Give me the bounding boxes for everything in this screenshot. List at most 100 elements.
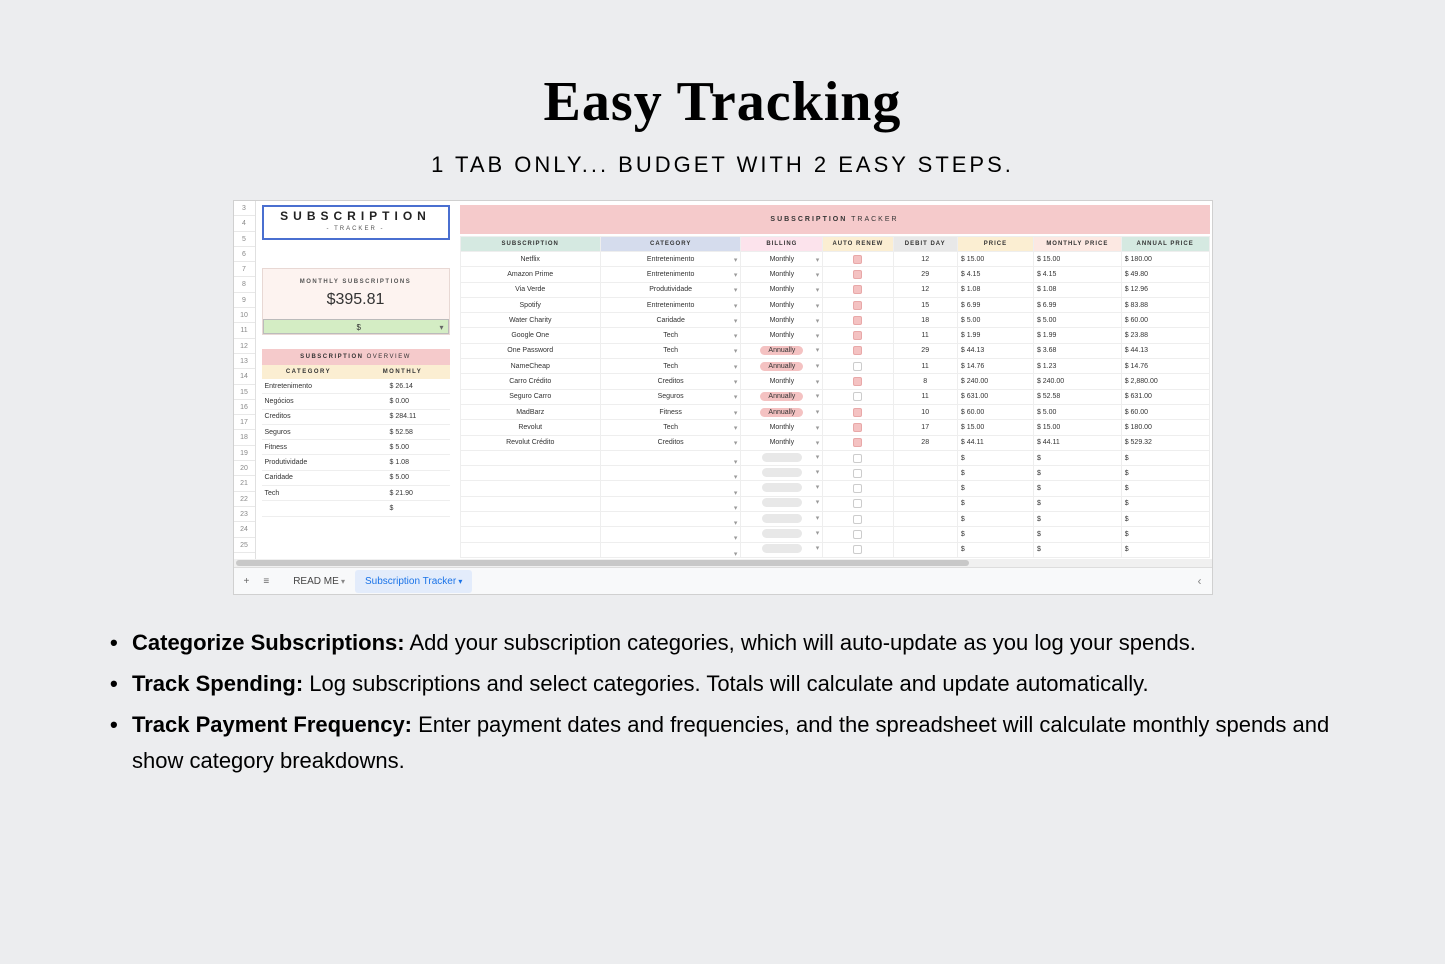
cell-monthly[interactable]: $ 1.23 bbox=[1033, 359, 1121, 374]
cell-billing[interactable]: Monthly bbox=[741, 252, 823, 267]
cell-category[interactable]: Produtividade bbox=[600, 282, 740, 297]
cell-autorenew[interactable] bbox=[823, 420, 893, 435]
cell-subscription[interactable]: Google One bbox=[460, 328, 600, 343]
cell-monthly[interactable]: $ 5.00 bbox=[1033, 313, 1121, 328]
cell-annual[interactable]: $ 180.00 bbox=[1121, 252, 1209, 267]
cell-monthly[interactable]: $ bbox=[1033, 450, 1121, 465]
cell-debitday[interactable]: 17 bbox=[893, 420, 957, 435]
column-header[interactable]: PRICE bbox=[957, 237, 1033, 252]
checkbox-icon[interactable] bbox=[853, 408, 862, 417]
cell-debitday[interactable]: 8 bbox=[893, 374, 957, 389]
checkbox-icon[interactable] bbox=[853, 438, 862, 447]
checkbox-icon[interactable] bbox=[853, 484, 862, 493]
cell-autorenew[interactable] bbox=[823, 496, 893, 511]
checkbox-icon[interactable] bbox=[853, 392, 862, 401]
cell-monthly[interactable]: $ 4.15 bbox=[1033, 267, 1121, 282]
table-row[interactable]: MadBarzFitnessAnnually10$ 60.00$ 5.00$ 6… bbox=[460, 404, 1209, 419]
add-sheet-button[interactable]: + bbox=[244, 576, 250, 587]
checkbox-icon[interactable] bbox=[853, 530, 862, 539]
overview-row[interactable]: Produtividade$ 1.08 bbox=[262, 455, 450, 470]
cell-annual[interactable]: $ 529.32 bbox=[1121, 435, 1209, 450]
cell-subscription[interactable]: NameCheap bbox=[460, 359, 600, 374]
cell-price[interactable]: $ 60.00 bbox=[957, 404, 1033, 419]
row-number[interactable]: 13 bbox=[234, 354, 255, 369]
overview-row[interactable]: Negócios$ 0.00 bbox=[262, 394, 450, 409]
checkbox-icon[interactable] bbox=[853, 285, 862, 294]
cell-price[interactable]: $ bbox=[957, 466, 1033, 481]
checkbox-icon[interactable] bbox=[853, 423, 862, 432]
cell-category[interactable]: Creditos bbox=[600, 435, 740, 450]
cell-monthly[interactable]: $ 3.68 bbox=[1033, 343, 1121, 358]
cell-annual[interactable]: $ bbox=[1121, 542, 1209, 557]
cell-annual[interactable]: $ bbox=[1121, 481, 1209, 496]
cell-annual[interactable]: $ bbox=[1121, 466, 1209, 481]
column-header[interactable]: BILLING bbox=[741, 237, 823, 252]
row-number[interactable]: 9 bbox=[234, 293, 255, 308]
cell-monthly[interactable]: $ 240.00 bbox=[1033, 374, 1121, 389]
row-number[interactable]: 11 bbox=[234, 323, 255, 338]
cell-autorenew[interactable] bbox=[823, 512, 893, 527]
cell-price[interactable]: $ bbox=[957, 527, 1033, 542]
cell-autorenew[interactable] bbox=[823, 343, 893, 358]
cell-billing[interactable] bbox=[741, 466, 823, 481]
cell-subscription[interactable]: One Password bbox=[460, 343, 600, 358]
column-header[interactable]: ANNUAL PRICE bbox=[1121, 237, 1209, 252]
cell-annual[interactable]: $ bbox=[1121, 527, 1209, 542]
cell-subscription[interactable]: Revolut bbox=[460, 420, 600, 435]
cell-annual[interactable]: $ 631.00 bbox=[1121, 389, 1209, 404]
row-number[interactable]: 16 bbox=[234, 400, 255, 415]
cell-category[interactable]: Caridade bbox=[600, 313, 740, 328]
cell-debitday[interactable]: 11 bbox=[893, 389, 957, 404]
cell-category[interactable]: Creditos bbox=[600, 374, 740, 389]
row-number[interactable]: 17 bbox=[234, 415, 255, 430]
cell-autorenew[interactable] bbox=[823, 297, 893, 312]
cell-debitday[interactable]: 18 bbox=[893, 313, 957, 328]
overview-row[interactable]: Seguros$ 52.58 bbox=[262, 425, 450, 440]
table-row[interactable]: Google OneTechMonthly11$ 1.99$ 1.99$ 23.… bbox=[460, 328, 1209, 343]
tab-nav-left-icon[interactable]: ‹ bbox=[1198, 574, 1202, 588]
cell-billing[interactable] bbox=[741, 481, 823, 496]
table-row[interactable]: Amazon PrimeEntretenimentoMonthly29$ 4.1… bbox=[460, 267, 1209, 282]
checkbox-icon[interactable] bbox=[853, 316, 862, 325]
cell-autorenew[interactable] bbox=[823, 282, 893, 297]
checkbox-icon[interactable] bbox=[853, 469, 862, 478]
cell-category[interactable] bbox=[600, 496, 740, 511]
cell-price[interactable]: $ 1.99 bbox=[957, 328, 1033, 343]
cell-price[interactable]: $ bbox=[957, 512, 1033, 527]
cell-monthly[interactable]: $ bbox=[1033, 527, 1121, 542]
cell-category[interactable] bbox=[600, 466, 740, 481]
cell-price[interactable]: $ 5.00 bbox=[957, 313, 1033, 328]
overview-row[interactable]: Entretenimento$ 26.14 bbox=[262, 379, 450, 394]
row-number[interactable]: 10 bbox=[234, 308, 255, 323]
cell-billing[interactable] bbox=[741, 512, 823, 527]
table-row[interactable]: One PasswordTechAnnually29$ 44.13$ 3.68$… bbox=[460, 343, 1209, 358]
overview-row[interactable]: Creditos$ 284.11 bbox=[262, 410, 450, 425]
cell-monthly[interactable]: $ 6.99 bbox=[1033, 297, 1121, 312]
cell-category[interactable] bbox=[600, 481, 740, 496]
cell-billing[interactable]: Monthly bbox=[741, 267, 823, 282]
tab-readme[interactable]: READ ME bbox=[283, 570, 355, 593]
row-number[interactable]: 21 bbox=[234, 476, 255, 491]
cell-subscription[interactable]: Spotify bbox=[460, 297, 600, 312]
table-row[interactable]: Via VerdeProdutividadeMonthly12$ 1.08$ 1… bbox=[460, 282, 1209, 297]
overview-row[interactable]: Caridade$ 5.00 bbox=[262, 471, 450, 486]
cell-debitday[interactable]: 11 bbox=[893, 328, 957, 343]
cell-annual[interactable]: $ 2,880.00 bbox=[1121, 374, 1209, 389]
cell-autorenew[interactable] bbox=[823, 313, 893, 328]
column-header[interactable]: SUBSCRIPTION bbox=[460, 237, 600, 252]
cell-autorenew[interactable] bbox=[823, 527, 893, 542]
cell-annual[interactable]: $ 23.88 bbox=[1121, 328, 1209, 343]
cell-annual[interactable]: $ 44.13 bbox=[1121, 343, 1209, 358]
cell-price[interactable]: $ bbox=[957, 542, 1033, 557]
cell-price[interactable]: $ 14.76 bbox=[957, 359, 1033, 374]
cell-billing[interactable]: Monthly bbox=[741, 328, 823, 343]
cell-debitday[interactable]: 29 bbox=[893, 267, 957, 282]
overview-row[interactable]: Tech$ 21.90 bbox=[262, 486, 450, 501]
cell-annual[interactable]: $ 12.96 bbox=[1121, 282, 1209, 297]
cell-billing[interactable]: Monthly bbox=[741, 374, 823, 389]
table-row[interactable]: Seguro CarroSegurosAnnually11$ 631.00$ 5… bbox=[460, 389, 1209, 404]
cell-monthly[interactable]: $ 1.08 bbox=[1033, 282, 1121, 297]
cell-autorenew[interactable] bbox=[823, 542, 893, 557]
cell-billing[interactable] bbox=[741, 450, 823, 465]
overview-row[interactable]: $ bbox=[262, 501, 450, 516]
